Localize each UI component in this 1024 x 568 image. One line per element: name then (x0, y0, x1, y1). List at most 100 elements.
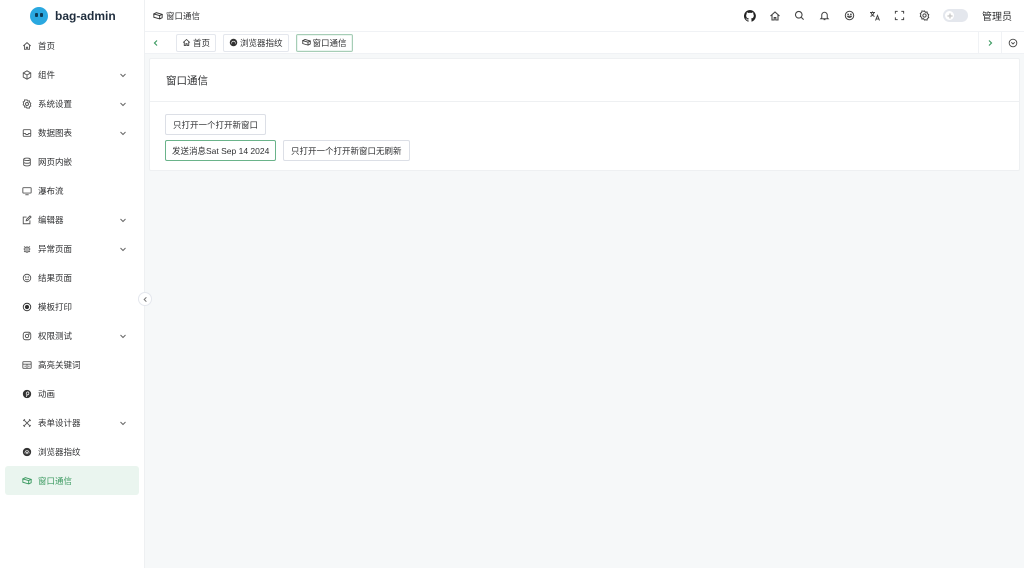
fullscreen-button[interactable] (887, 0, 912, 31)
sidebar-item-label: 权限测试 (38, 330, 73, 341)
translate-icon (869, 11, 880, 21)
fullscreen-icon (894, 10, 905, 21)
pinterest-icon (21, 388, 33, 400)
sidebar-item-iframe[interactable]: 网页内嵌 (5, 147, 139, 176)
monitor-icon (21, 185, 33, 197)
sidebar-item-label: 模板打印 (38, 301, 73, 312)
sidebar-item-label: 高亮关键词 (38, 359, 81, 370)
language-button[interactable] (862, 0, 887, 31)
circle-chevron-down-icon (1008, 38, 1018, 47)
sidebar-menu: 首页 组件 系统设置 数据图表 网页内嵌 瀑布流 编辑器 异常页面 结果页面 模… (0, 31, 144, 495)
cube-icon (21, 69, 33, 81)
smile-icon (21, 272, 33, 284)
fingerprint-icon (229, 38, 238, 47)
main-card: 窗口通信 只打开一个打开新窗口 发送消息Sat Sep 14 2024 只打开一… (149, 58, 1020, 171)
card-body: 只打开一个打开新窗口 发送消息Sat Sep 14 2024 只打开一个打开新窗… (150, 102, 1019, 178)
sidebar-item-editor[interactable]: 编辑器 (5, 205, 139, 234)
sidebar-item-permission-test[interactable]: 权限测试 (5, 321, 139, 350)
message-input[interactable]: 发送消息Sat Sep 14 2024 (165, 140, 276, 161)
tools-icon (21, 417, 33, 429)
home-icon (182, 38, 191, 46)
logo-icon (30, 6, 48, 25)
sidebar-item-label: 表单设计器 (38, 417, 81, 428)
sidebar-item-label: 系统设置 (38, 98, 73, 109)
notification-button[interactable] (812, 0, 837, 31)
sidebar-item-highlight-keywords[interactable]: 高亮关键词 (5, 350, 139, 379)
open-no-refresh-button[interactable]: 只打开一个打开新窗口无刷新 (283, 140, 410, 161)
inbox-icon (21, 127, 33, 139)
tab-home[interactable]: 首页 (176, 33, 217, 52)
sidebar-item-label: 组件 (38, 69, 56, 80)
sidebar-item-animation[interactable]: 动画 (5, 379, 139, 408)
chevron-down-icon (119, 71, 127, 79)
bug-icon (21, 243, 33, 255)
window-icon (21, 475, 33, 487)
sidebar-item-label: 瀑布流 (38, 185, 64, 196)
instagram-icon (21, 330, 33, 342)
sidebar-item-label: 动画 (38, 388, 56, 399)
sidebar-item-label: 网页内嵌 (38, 156, 73, 167)
chevron-down-icon (119, 419, 127, 427)
breadcrumb-current[interactable]: 窗口通信 (166, 10, 200, 22)
tab-label: 浏览器指纹 (240, 37, 283, 48)
gear-icon (21, 98, 33, 110)
chevron-down-icon (119, 332, 127, 340)
fingerprint-icon (21, 446, 33, 458)
app-root: bag-admin 首页 组件 系统设置 数据图表 网页内嵌 瀑布流 编辑器 异… (0, 0, 1024, 568)
search-button[interactable] (787, 0, 812, 31)
sidebar-collapse-button[interactable] (138, 292, 152, 306)
chevron-down-icon (119, 245, 127, 253)
tabs-scroll-right-button[interactable] (979, 32, 1001, 54)
chevron-down-icon (119, 100, 127, 108)
sidebar-item-home[interactable]: 首页 (5, 31, 139, 60)
sidebar-item-result-pages[interactable]: 结果页面 (5, 263, 139, 292)
tabs-more-button[interactable] (1002, 32, 1024, 54)
sidebar-item-components[interactable]: 组件 (5, 60, 139, 89)
emoji-icon (844, 10, 855, 21)
edit-icon (21, 214, 33, 226)
tab-browser-fingerprint[interactable]: 浏览器指纹 (223, 33, 289, 52)
button-row-1: 只打开一个打开新窗口 (165, 114, 1004, 135)
open-single-window-button[interactable]: 只打开一个打开新窗口 (165, 114, 267, 135)
search-icon (794, 10, 805, 21)
settings-icon (919, 10, 930, 21)
chevron-down-icon (119, 216, 127, 224)
chevron-left-icon (142, 296, 147, 302)
breadcrumb: 窗口通信 (145, 10, 200, 22)
sidebar-item-label: 首页 (38, 40, 56, 51)
top-header: 窗口通信 管理员 (145, 0, 1024, 31)
sidebar-item-label: 结果页面 (38, 272, 73, 283)
tab-window-communication[interactable]: 窗口通信 (295, 33, 353, 52)
tab-label: 首页 (193, 37, 211, 48)
sidebar-item-browser-fingerprint[interactable]: 浏览器指纹 (5, 437, 139, 466)
chevron-down-icon (119, 129, 127, 137)
sidebar-item-label: 浏览器指纹 (38, 446, 81, 457)
settings-button[interactable] (912, 0, 937, 31)
sidebar-item-error-pages[interactable]: 异常页面 (5, 234, 139, 263)
github-button[interactable] (737, 0, 762, 31)
bell-icon (819, 11, 830, 21)
sidebar-item-print-template[interactable]: 模板打印 (5, 292, 139, 321)
tabs: 首页 浏览器指纹 窗口通信 (167, 33, 978, 52)
theme-toggle[interactable] (943, 9, 968, 22)
github-icon (743, 9, 756, 22)
sidebar-item-system-settings[interactable]: 系统设置 (5, 89, 139, 118)
sidebar-item-label: 编辑器 (38, 214, 64, 225)
table-icon (21, 359, 33, 371)
tabs-bar: 首页 浏览器指纹 窗口通信 (145, 31, 1024, 54)
brand[interactable]: bag-admin (0, 0, 144, 31)
sidebar-item-window-communication[interactable]: 窗口通信 (5, 466, 139, 495)
sidebar-item-charts[interactable]: 数据图表 (5, 118, 139, 147)
home-button[interactable] (762, 0, 787, 31)
emoji-button[interactable] (837, 0, 862, 31)
record-icon (21, 301, 33, 313)
sidebar-item-form-designer[interactable]: 表单设计器 (5, 408, 139, 437)
home-icon (21, 40, 33, 52)
chevron-right-icon (988, 39, 993, 46)
tabs-right-controls (978, 31, 1024, 54)
user-name[interactable]: 管理员 (982, 8, 1012, 23)
sidebar: bag-admin 首页 组件 系统设置 数据图表 网页内嵌 瀑布流 编辑器 异… (0, 0, 145, 568)
tabs-scroll-left-button[interactable] (145, 32, 167, 54)
sidebar-item-waterfall[interactable]: 瀑布流 (5, 176, 139, 205)
page-title: 窗口通信 (150, 59, 1019, 102)
